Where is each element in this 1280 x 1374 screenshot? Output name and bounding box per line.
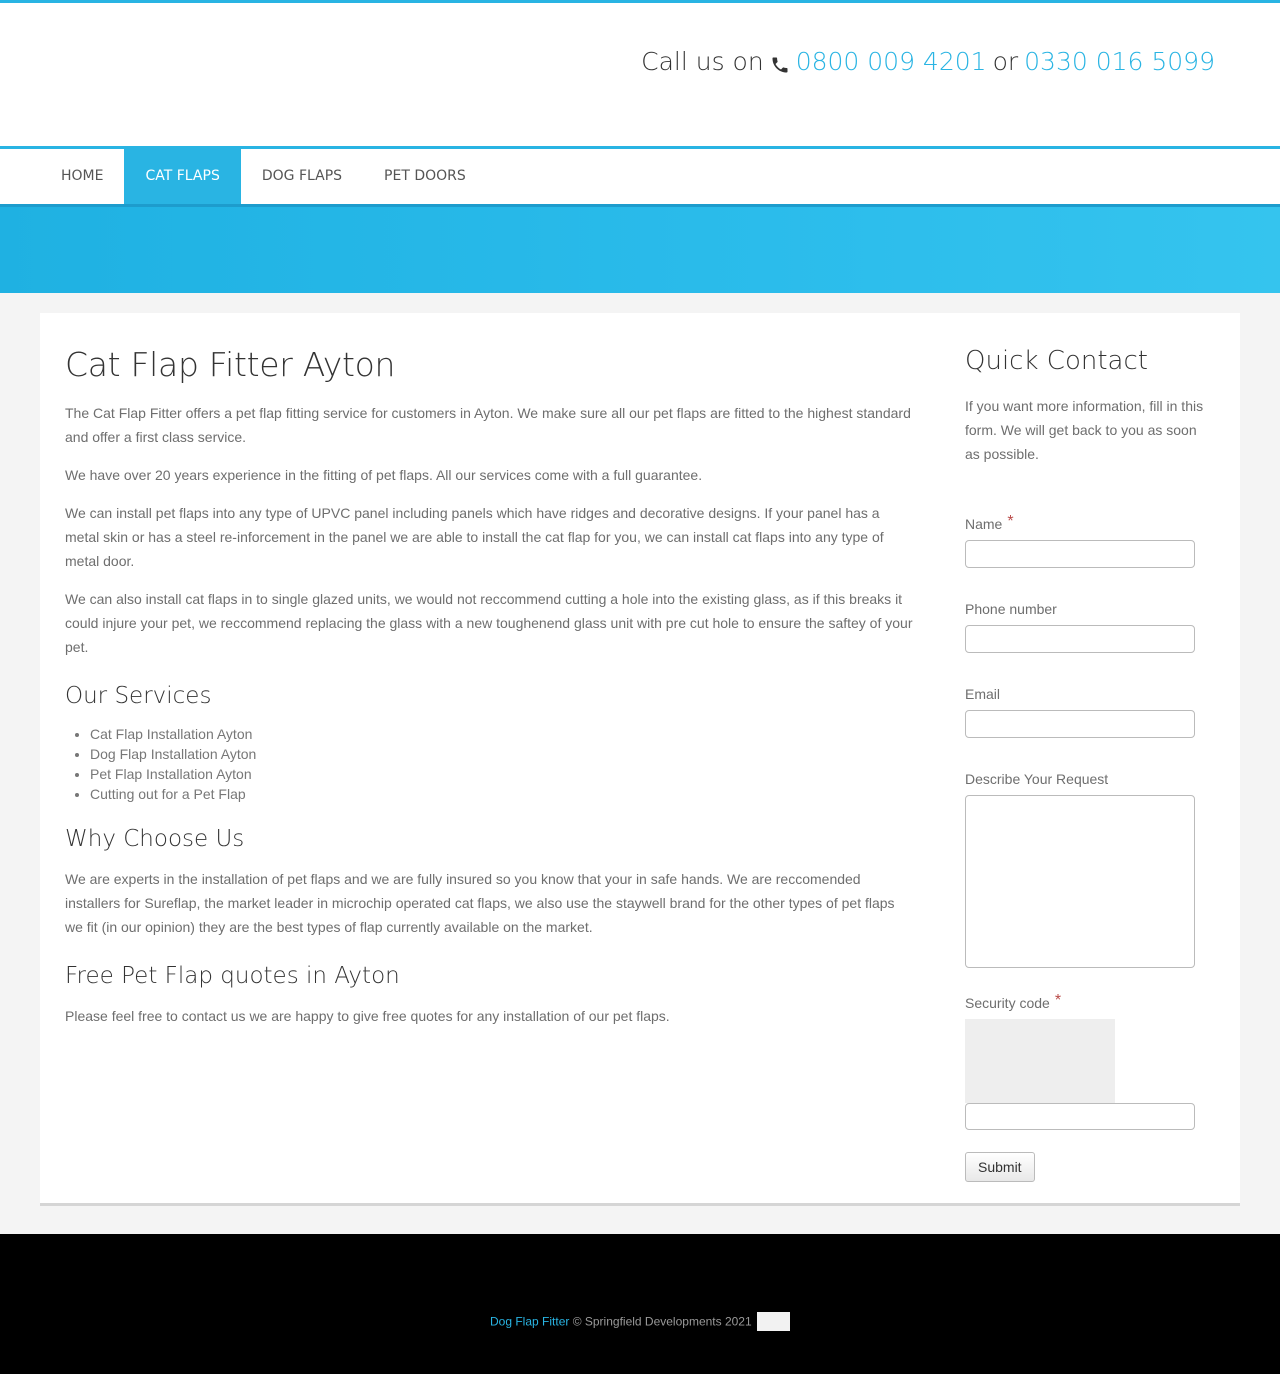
footer-copyright: © Springfield Developments 2021 [572, 1314, 752, 1329]
page-title: Cat Flap Fitter Ayton [65, 345, 396, 384]
services-list: Cat Flap Installation Ayton Dog Flap Ins… [90, 724, 915, 804]
security-label-row: Security code * [965, 992, 1215, 1013]
upvc-paragraph: We can install pet flaps into any type o… [65, 505, 884, 569]
footer-credits: Dog Flap Fitter © Springfield Developmen… [0, 1312, 1280, 1332]
main-nav: HOME CAT FLAPS DOG FLAPS PET DOORS [0, 146, 1280, 207]
captcha-image [965, 1019, 1115, 1103]
required-marker: * [1007, 513, 1014, 530]
list-item: Dog Flap Installation Ayton [90, 744, 915, 764]
page-banner [0, 207, 1280, 293]
call-us-line: Call us on 0800 009 4201 or 0330 016 509… [641, 47, 1215, 76]
phone-label-row: Phone number [965, 599, 1215, 619]
request-textarea[interactable] [965, 795, 1195, 968]
required-marker: * [1054, 992, 1062, 1009]
glazed-paragraph: We can also install cat flaps in to sing… [65, 591, 913, 655]
phone-icon [770, 52, 790, 72]
site-footer: Dog Flap Fitter © Springfield Developmen… [0, 1234, 1280, 1374]
main-article: Cat Flap Fitter Ayton The Cat Flap Fitte… [65, 348, 915, 1042]
email-label: Email [965, 686, 1001, 702]
services-heading: Our Services [65, 683, 212, 709]
nav-item-pet-doors[interactable]: PET DOORS [363, 149, 487, 204]
footer-home-link[interactable]: Dog Flap Fitter [490, 1315, 569, 1329]
intro-paragraph: The Cat Flap Fitter offers a pet flap fi… [65, 405, 911, 445]
submit-button[interactable]: Submit [965, 1152, 1035, 1182]
phone-field[interactable] [965, 625, 1195, 653]
call-us-prefix: Call us on [641, 47, 764, 76]
nav-item-cat-flaps[interactable]: CAT FLAPS [124, 149, 241, 204]
list-item: Cutting out for a Pet Flap [90, 784, 915, 804]
quotes-paragraph: Please feel free to contact us we are ha… [65, 1008, 670, 1024]
or-text: or [992, 47, 1019, 76]
quick-contact-title: Quick Contact [965, 346, 1148, 376]
nav-item-home[interactable]: HOME [40, 149, 124, 204]
list-item: Pet Flap Installation Ayton [90, 764, 915, 784]
quotes-heading: Free Pet Flap quotes in Ayton [65, 963, 400, 989]
name-field[interactable] [965, 540, 1195, 568]
email-label-row: Email [965, 684, 1215, 704]
quick-contact-intro: If you want more information, fill in th… [965, 398, 1204, 462]
phone-label: Phone number [965, 601, 1057, 617]
phone-link-secondary[interactable]: 0330 016 5099 [1024, 47, 1215, 76]
request-label: Describe Your Request [965, 771, 1109, 787]
list-item: Cat Flap Installation Ayton [90, 724, 915, 744]
footer-badge [757, 1312, 790, 1331]
nav-item-dog-flaps[interactable]: DOG FLAPS [241, 149, 363, 204]
site-header: Call us on 0800 009 4201 or 0330 016 509… [0, 3, 1280, 146]
email-field[interactable] [965, 710, 1195, 738]
quick-contact-sidebar: Quick Contact If you want more informati… [965, 348, 1215, 1182]
security-code-field[interactable] [965, 1103, 1195, 1130]
request-label-row: Describe Your Request [965, 769, 1215, 789]
name-label-row: Name * [965, 513, 1215, 534]
content-panel: Cat Flap Fitter Ayton The Cat Flap Fitte… [40, 313, 1240, 1206]
why-paragraph: We are experts in the installation of pe… [65, 871, 895, 935]
security-label: Security code [965, 995, 1050, 1011]
why-heading: Why Choose Us [65, 826, 245, 852]
contact-form: Name * Phone number Email Describe Your … [965, 513, 1215, 1182]
phone-link-primary[interactable]: 0800 009 4201 [796, 47, 987, 76]
experience-paragraph: We have over 20 years experience in the … [65, 467, 703, 483]
name-label: Name [965, 516, 1003, 532]
